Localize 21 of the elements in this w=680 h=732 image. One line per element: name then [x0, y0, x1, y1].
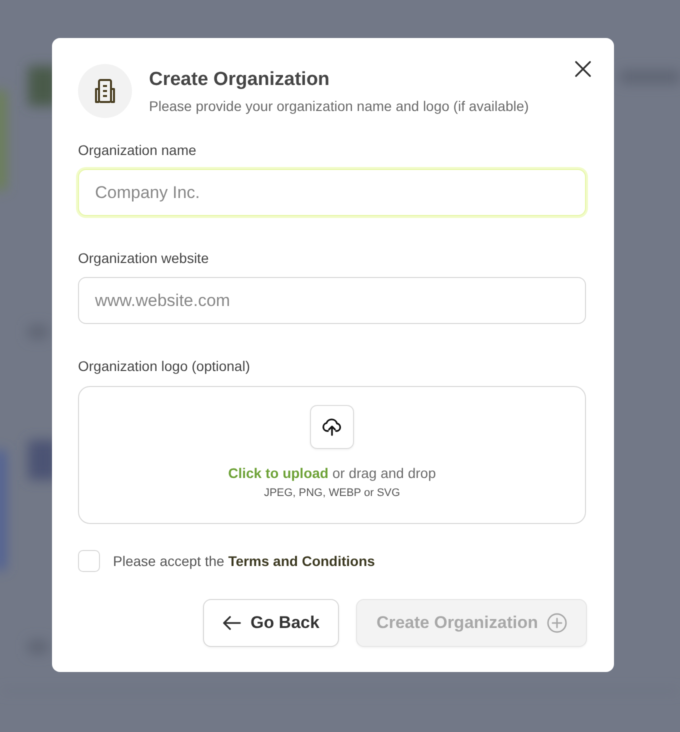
file-formats-hint: JPEG, PNG, WEBP or SVG	[264, 487, 400, 499]
text-input[interactable]: www.website.com	[78, 277, 586, 324]
plus-circle-icon	[547, 613, 567, 633]
dialog-subtitle: Please provide your organization name and logo (if available)	[149, 97, 529, 115]
upload-button[interactable]	[310, 405, 354, 449]
terms-link[interactable]: Terms and Conditions	[228, 553, 375, 569]
upload-dropzone[interactable]: Click to upload or drag and drop JPEG, PNG, WEBP or SVG	[78, 386, 586, 524]
go-back-button[interactable]: Go Back	[203, 599, 340, 647]
field-label: Organization website	[78, 250, 210, 267]
field-label: Organization name	[78, 142, 198, 159]
close-button[interactable]	[574, 60, 592, 78]
cloud-upload-icon	[322, 418, 342, 436]
close-icon	[574, 60, 592, 78]
field-label: Organization logo (optional)	[78, 358, 251, 375]
building-icon	[93, 78, 117, 104]
text-input[interactable]: Company Inc.	[78, 169, 586, 216]
checkbox[interactable]	[78, 550, 100, 572]
dialog-title: Create Organization	[149, 68, 331, 92]
arrow-left-icon	[223, 616, 242, 630]
upload-instruction: Click to upload or drag and drop	[228, 464, 436, 482]
terms-consent-text: Please accept the Terms and Conditions	[113, 553, 375, 569]
